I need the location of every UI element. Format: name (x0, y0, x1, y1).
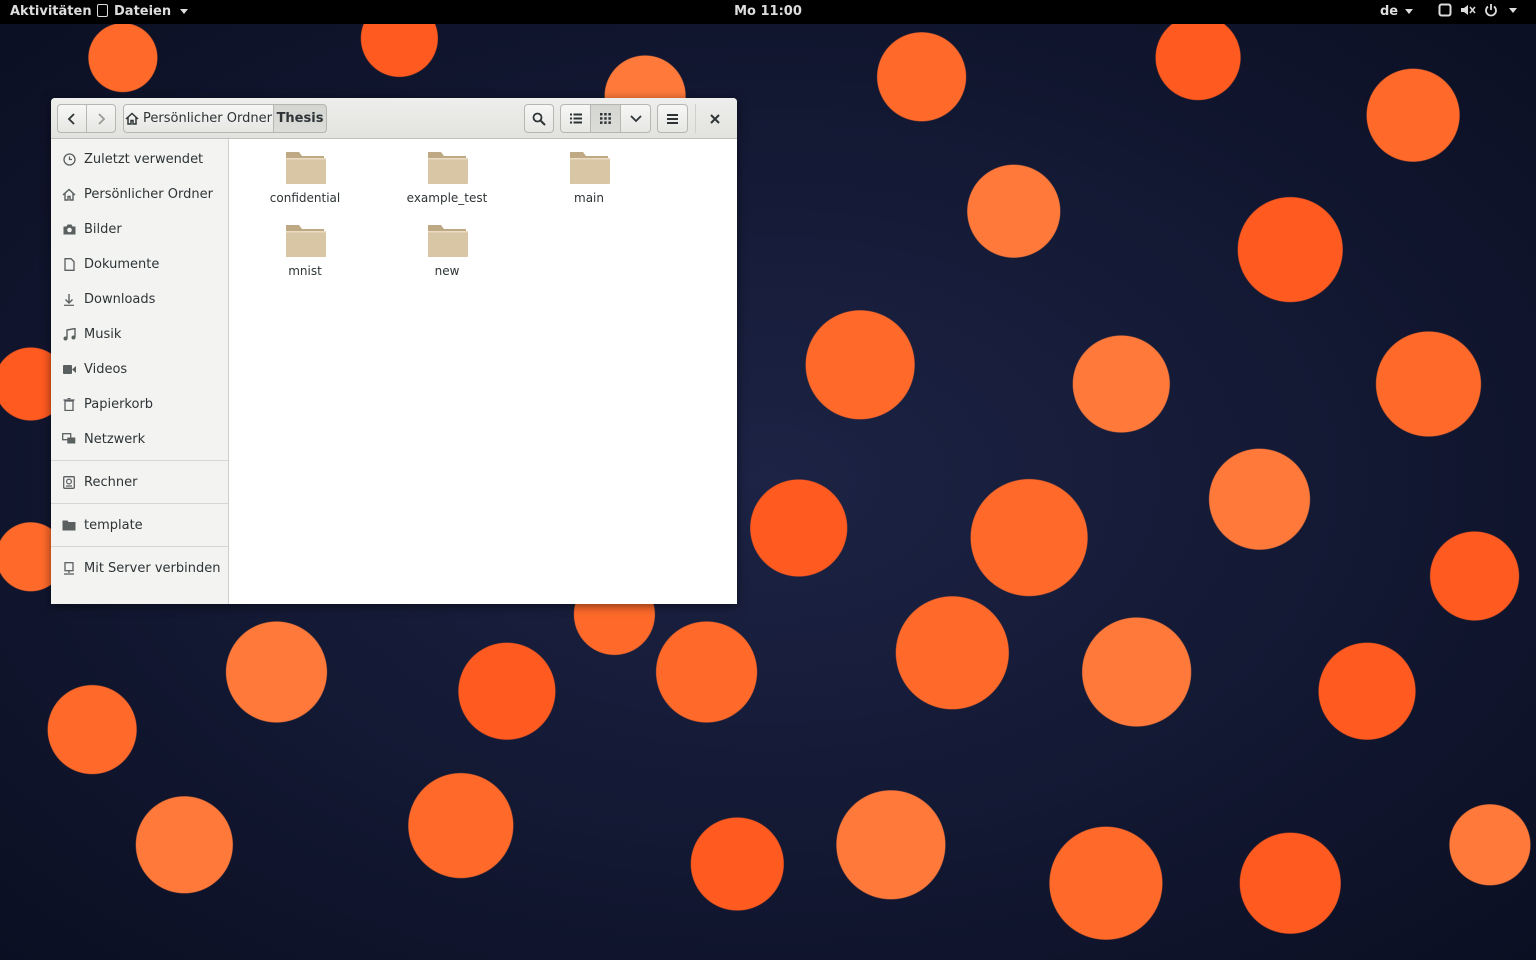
app-menu-label: Dateien (114, 4, 172, 19)
sidebar-item-label: template (84, 517, 143, 533)
file-manager-window: Persönlicher Ordner Thesis Zuletzt verwe… (51, 98, 737, 604)
drive-icon (63, 475, 75, 489)
video-icon (62, 364, 76, 374)
grid-view-icon (600, 113, 611, 124)
chevron-down-icon (629, 114, 642, 122)
top-bar: Aktivitäten Dateien Mo 11:00 de (0, 0, 1536, 24)
search-icon (532, 112, 546, 126)
folder-label: main (574, 191, 604, 205)
chevron-down-icon (1509, 7, 1517, 13)
trash-icon (63, 397, 75, 411)
document-icon (63, 257, 75, 271)
home-icon (125, 112, 139, 125)
sidebar-separator (51, 503, 228, 504)
folder-icon (428, 225, 468, 257)
list-view-icon (569, 113, 582, 124)
folder-item[interactable]: main (529, 150, 649, 205)
sidebar-item-videos[interactable]: Videos (51, 355, 228, 383)
sidebar-separator (51, 546, 228, 547)
sidebar-item-connect-server[interactable]: Mit Server verbinden (51, 554, 228, 582)
sidebar-item-pictures[interactable]: Bilder (51, 215, 228, 243)
back-button[interactable] (57, 104, 87, 133)
sidebar: Zuletzt verwendet Persönlicher Ordner Bi… (51, 139, 229, 604)
activities-button[interactable]: Aktivitäten (10, 4, 92, 19)
sidebar-item-label: Netzwerk (84, 431, 146, 447)
hamburger-menu-button[interactable] (657, 104, 688, 133)
camera-icon (63, 224, 75, 234)
chevron-right-icon (98, 112, 106, 125)
sidebar-item-label: Downloads (84, 291, 156, 307)
folder-item[interactable]: example_test (387, 150, 507, 205)
music-icon (63, 327, 76, 340)
network-icon (62, 433, 76, 444)
files-app-icon (97, 4, 108, 17)
sidebar-item-music[interactable]: Musik (51, 320, 228, 348)
sidebar-item-template[interactable]: template (51, 511, 228, 539)
sidebar-item-computer[interactable]: Rechner (51, 468, 228, 496)
sidebar-item-label: Musik (84, 326, 122, 342)
view-options-button[interactable] (620, 104, 651, 133)
file-grid: confidential example_test main mnist new (229, 139, 737, 604)
sidebar-item-downloads[interactable]: Downloads (51, 285, 228, 313)
sidebar-item-documents[interactable]: Dokumente (51, 250, 228, 278)
home-icon (62, 188, 76, 201)
header-separator (695, 104, 696, 133)
sidebar-item-label: Bilder (84, 221, 122, 237)
sidebar-item-label: Mit Server verbinden (84, 560, 221, 576)
folder-item[interactable]: new (387, 223, 507, 278)
folder-icon (428, 152, 468, 184)
list-view-button[interactable] (560, 104, 591, 133)
close-button[interactable] (702, 107, 728, 131)
chevron-down-icon (180, 9, 189, 14)
folder-item[interactable]: mnist (245, 223, 365, 278)
folder-icon (286, 225, 326, 257)
clock-icon (62, 152, 76, 166)
sidebar-item-label: Persönlicher Ordner (84, 186, 213, 202)
sidebar-item-label: Rechner (84, 474, 138, 490)
folder-icon (62, 520, 76, 530)
folder-icon (286, 152, 326, 184)
path-current-label: Thesis (276, 111, 324, 126)
sidebar-item-network[interactable]: Netzwerk (51, 425, 228, 453)
forward-button[interactable] (86, 104, 116, 133)
sidebar-item-label: Zuletzt verwendet (84, 151, 204, 167)
close-icon (710, 114, 720, 124)
clock[interactable]: Mo 11:00 (734, 4, 802, 19)
folder-label: mnist (288, 264, 322, 278)
sidebar-item-label: Videos (84, 361, 128, 377)
folder-label: confidential (269, 191, 341, 205)
folder-icon (570, 152, 610, 184)
folder-label: new (434, 264, 460, 278)
language-label: de (1380, 4, 1399, 19)
hamburger-icon (667, 113, 678, 124)
folder-item[interactable]: confidential (245, 150, 365, 205)
sidebar-item-trash[interactable]: Papierkorb (51, 390, 228, 418)
path-home-button[interactable]: Persönlicher Ordner (123, 104, 274, 133)
sidebar-item-home[interactable]: Persönlicher Ordner (51, 180, 228, 208)
sidebar-item-label: Dokumente (84, 256, 160, 272)
window-icon (1438, 3, 1452, 17)
search-button[interactable] (524, 104, 554, 133)
language-indicator[interactable]: de (1380, 4, 1414, 19)
folder-label: example_test (406, 191, 488, 205)
server-icon (64, 561, 74, 575)
sidebar-item-label: Papierkorb (84, 396, 154, 412)
path-current-button[interactable]: Thesis (273, 104, 327, 133)
path-home-label: Persönlicher Ordner (143, 111, 272, 126)
sidebar-separator (51, 460, 228, 461)
grid-view-button[interactable] (590, 104, 621, 133)
system-menu[interactable] (1438, 3, 1517, 17)
chevron-left-icon (67, 112, 75, 125)
download-icon (64, 293, 74, 306)
power-icon (1485, 4, 1497, 17)
sidebar-item-recent[interactable]: Zuletzt verwendet (51, 145, 228, 173)
app-menu[interactable]: Dateien (97, 4, 189, 19)
volume-muted-icon (1461, 5, 1476, 15)
header-bar: Persönlicher Ordner Thesis (51, 98, 737, 139)
chevron-down-icon (1405, 9, 1414, 14)
